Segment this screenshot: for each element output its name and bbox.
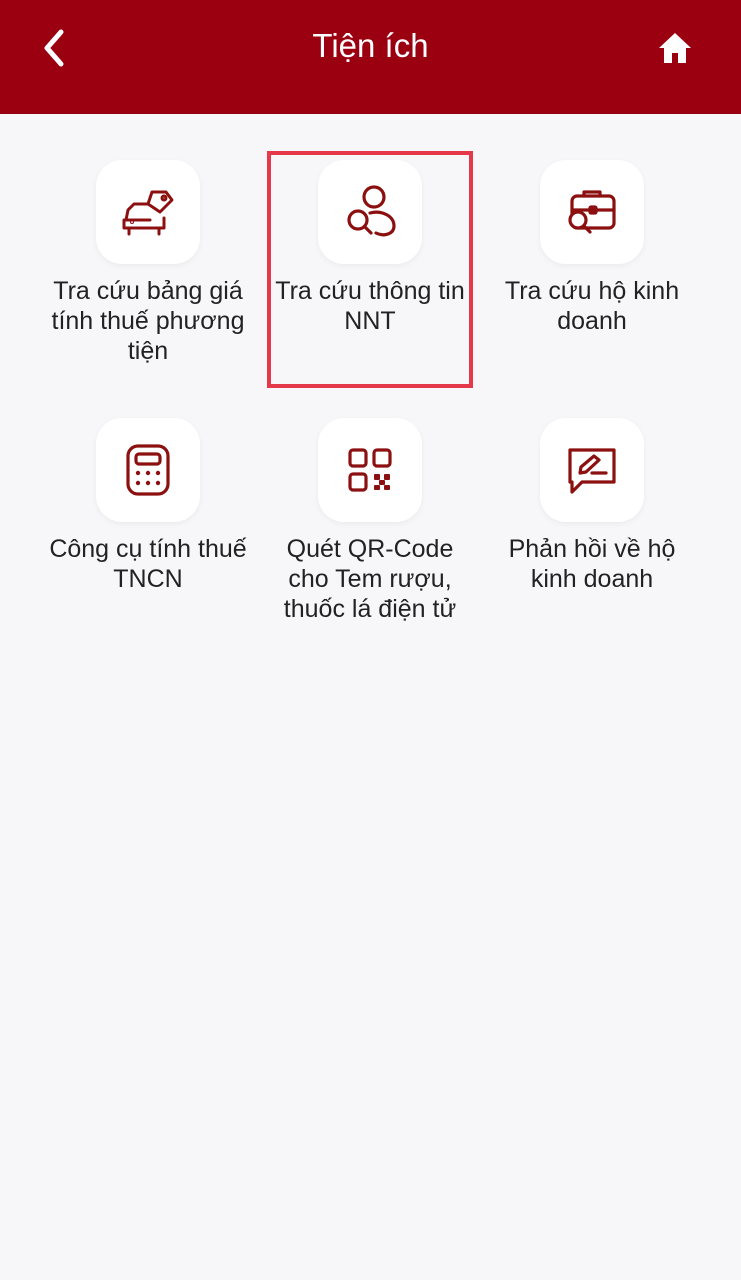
briefcase-search-icon: [568, 190, 616, 234]
tile-vehicle-tax-price[interactable]: Tra cứu bảng giá tính thuế phương tiện: [37, 160, 259, 386]
tile-icon-box: [318, 160, 422, 264]
tile-label: Phản hồi về hộ kinh doanh: [508, 535, 676, 593]
home-button[interactable]: [649, 22, 701, 74]
tile-icon-box: [318, 418, 422, 522]
tile-business-household-lookup[interactable]: Tra cứu hộ kinh doanh: [481, 160, 703, 386]
person-search-icon: [347, 185, 396, 237]
feedback-edit-icon: [568, 448, 616, 494]
tile-label: Quét QR-Code cho Tem rượu, thuốc lá điện…: [283, 535, 457, 623]
tile-qr-scan[interactable]: Quét QR-Code cho Tem rượu, thuốc lá điện…: [259, 418, 481, 644]
chevron-left-icon: [44, 29, 64, 67]
home-icon: [659, 33, 691, 63]
tile-label: Tra cứu bảng giá tính thuế phương tiện: [51, 277, 245, 365]
tile-label: Tra cứu hộ kinh doanh: [504, 277, 680, 335]
tile-label: Tra cứu thông tin NNT: [275, 277, 465, 335]
tile-icon-box: [96, 418, 200, 522]
qr-code-icon: [348, 448, 392, 492]
tile-icon-box: [540, 418, 644, 522]
tile-business-feedback[interactable]: Phản hồi về hộ kinh doanh: [481, 418, 703, 644]
car-price-tag-icon: [122, 190, 174, 236]
utility-grid: Tra cứu bảng giá tính thuế phương tiện T…: [37, 160, 704, 644]
tile-icon-box: [540, 160, 644, 264]
top-app-bar: Tiện ích: [0, 0, 741, 114]
calculator-icon: [126, 444, 170, 496]
back-button[interactable]: [28, 22, 80, 74]
tile-label: Công cụ tính thuế TNCN: [49, 535, 247, 593]
tile-icon-box: [96, 160, 200, 264]
tile-pit-calculator[interactable]: Công cụ tính thuế TNCN: [37, 418, 259, 644]
page-title: Tiện ích: [312, 27, 429, 64]
tile-taxpayer-lookup[interactable]: Tra cứu thông tin NNT: [259, 160, 481, 386]
